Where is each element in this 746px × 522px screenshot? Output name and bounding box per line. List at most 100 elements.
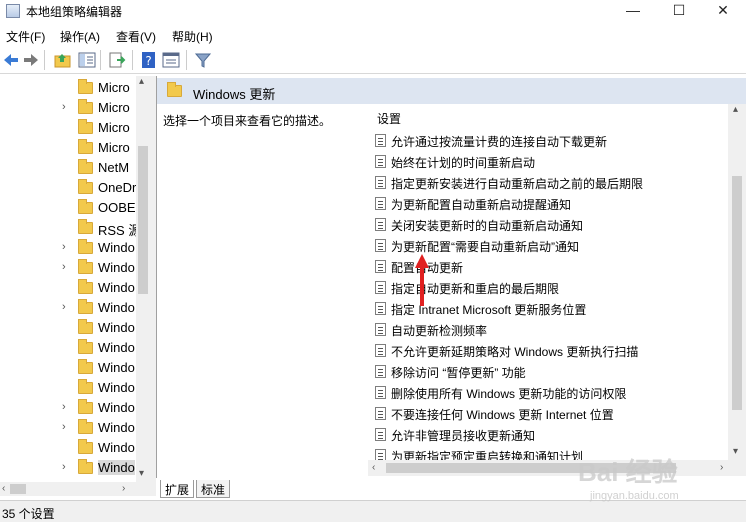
tree-item-label: Micro (98, 140, 130, 155)
setting-row[interactable]: 始终在计划的时间重新启动 (373, 151, 713, 172)
menu-view[interactable]: 查看(V) (116, 28, 156, 45)
toolbar: ? (0, 46, 746, 74)
setting-row[interactable]: 移除访问 “暂停更新” 功能 (373, 361, 713, 382)
tree-item-label: Windo (98, 280, 135, 295)
help-icon[interactable]: ? (140, 51, 158, 69)
setting-label: 允许非管理员接收更新通知 (391, 429, 536, 443)
tab-standard[interactable]: 标准 (196, 480, 231, 498)
tree-item[interactable]: › Windo (0, 398, 136, 418)
setting-label: 始终在计划的时间重新启动 (391, 156, 536, 170)
svg-text:?: ? (145, 54, 151, 68)
details-header: Windows 更新 (157, 78, 746, 104)
tree-horizontal-scrollbar[interactable]: ‹ › (0, 482, 150, 496)
tree-item-label: Windo (98, 340, 135, 355)
watermark-url: jingyan.baidu.com (590, 490, 679, 502)
tree-item[interactable]: Micro (0, 78, 136, 98)
minimize-button[interactable]: — (610, 0, 656, 22)
tree-item[interactable]: Windo (0, 378, 136, 398)
show-hide-tree-icon[interactable] (78, 51, 96, 69)
expand-arrow-icon[interactable]: › (62, 421, 66, 433)
folder-icon (78, 119, 93, 134)
export-list-icon[interactable] (108, 51, 126, 69)
tree-item[interactable]: › Windo (0, 298, 136, 318)
setting-row[interactable]: 指定更新安装进行自动重新启动之前的最后期限 (373, 172, 713, 193)
filter-icon[interactable] (194, 51, 212, 69)
scroll-right-arrow-icon[interactable]: › (122, 483, 125, 494)
tree-item[interactable]: Windo (0, 278, 136, 298)
tree-item-label: Micro (98, 80, 130, 95)
folder-icon (78, 179, 93, 194)
policy-setting-icon (375, 386, 386, 399)
policy-setting-icon (375, 239, 386, 252)
scrollbar-thumb[interactable] (10, 484, 26, 494)
expand-arrow-icon[interactable]: › (62, 241, 66, 253)
menu-file[interactable]: 文件(F) (6, 28, 45, 45)
tree-item[interactable]: NetM (0, 158, 136, 178)
red-arrow-annotation-icon (415, 254, 429, 306)
tree-item[interactable]: OneDr (0, 178, 136, 198)
tree-item[interactable]: Micro (0, 118, 136, 138)
folder-icon (78, 379, 93, 394)
tree-item[interactable]: Windo (0, 438, 136, 458)
folder-icon (78, 299, 93, 314)
tree-item-label: Windo (98, 460, 135, 475)
tree-item[interactable]: Windo (0, 338, 136, 358)
setting-row[interactable]: 自动更新检测频率 (373, 319, 713, 340)
tree-item-label: Windo (98, 320, 135, 335)
setting-label: 指定更新安装进行自动重新启动之前的最后期限 (391, 177, 644, 191)
tab-extended[interactable]: 扩展 (160, 480, 195, 498)
scroll-up-arrow-icon[interactable]: ▴ (733, 104, 738, 115)
maximize-button[interactable]: ☐ (656, 0, 702, 22)
scroll-left-arrow-icon[interactable]: ‹ (2, 483, 5, 494)
tree-item[interactable]: Windo (0, 358, 136, 378)
tree-item[interactable]: › Windo (0, 258, 136, 278)
tree-item[interactable]: › Micro (0, 98, 136, 118)
tree-item-label: OneDr (98, 180, 137, 195)
setting-row[interactable]: 不要连接任何 Windows 更新 Internet 位置 (373, 403, 713, 424)
expand-arrow-icon[interactable]: › (62, 401, 66, 413)
tree-item-label: Micro (98, 100, 130, 115)
tree-item[interactable]: › Windo (0, 418, 136, 438)
setting-row[interactable]: 允许通过按流量计费的连接自动下载更新 (373, 130, 713, 151)
setting-row[interactable]: 为更新配置“需要自动重新启动”通知 (373, 235, 713, 256)
setting-row[interactable]: 允许非管理员接收更新通知 (373, 424, 713, 445)
tree-item[interactable]: OOBE (0, 198, 136, 218)
watermark-logo: Bai 经验 (578, 457, 678, 487)
close-button[interactable]: ✕ (700, 0, 746, 22)
setting-label: 为更新配置自动重新启动提醒通知 (391, 198, 572, 212)
scrollbar-thumb[interactable] (732, 176, 742, 410)
policy-setting-icon (375, 323, 386, 336)
column-header-settings[interactable]: 设置 (377, 110, 401, 127)
tree-item[interactable]: Windo (0, 318, 136, 338)
toolbar-separator (186, 50, 187, 70)
expand-arrow-icon[interactable]: › (62, 261, 66, 273)
setting-row[interactable]: 不允许更新延期策略对 Windows 更新执行扫描 (373, 340, 713, 361)
folder-icon (78, 239, 93, 254)
menu-action[interactable]: 操作(A) (60, 28, 100, 45)
scroll-down-arrow-icon[interactable]: ▾ (139, 468, 144, 479)
baidu-watermark: Bai 经验 jingyan.baidu.com (578, 452, 738, 512)
tree-vertical-scrollbar[interactable]: ▴ ▾ (136, 76, 150, 482)
settings-vertical-scrollbar[interactable]: ▴ ▾ (728, 104, 746, 476)
tree-item[interactable]: › Windo (0, 238, 136, 258)
folder-icon (78, 219, 93, 234)
tree-item-label: Windo (98, 400, 135, 415)
up-folder-icon[interactable] (54, 51, 72, 69)
scroll-up-arrow-icon[interactable]: ▴ (139, 76, 144, 87)
scroll-left-arrow-icon[interactable]: ‹ (372, 462, 375, 473)
expand-arrow-icon[interactable]: › (62, 101, 66, 113)
folder-icon (78, 439, 93, 454)
back-arrow-icon[interactable] (2, 51, 20, 69)
expand-arrow-icon[interactable]: › (62, 461, 66, 473)
setting-row[interactable]: 关闭安装更新时的自动重新启动通知 (373, 214, 713, 235)
setting-row[interactable]: 删除使用所有 Windows 更新功能的访问权限 (373, 382, 713, 403)
tree-item-selected[interactable]: › Windo (0, 458, 136, 478)
setting-row[interactable]: 为更新配置自动重新启动提醒通知 (373, 193, 713, 214)
expand-arrow-icon[interactable]: › (62, 301, 66, 313)
menu-help[interactable]: 帮助(H) (172, 28, 213, 45)
scrollbar-thumb[interactable] (138, 146, 148, 294)
properties-icon[interactable] (162, 51, 180, 69)
tree-item[interactable]: RSS 源 (0, 218, 141, 238)
forward-arrow-icon[interactable] (22, 51, 40, 69)
tree-item[interactable]: Micro (0, 138, 136, 158)
